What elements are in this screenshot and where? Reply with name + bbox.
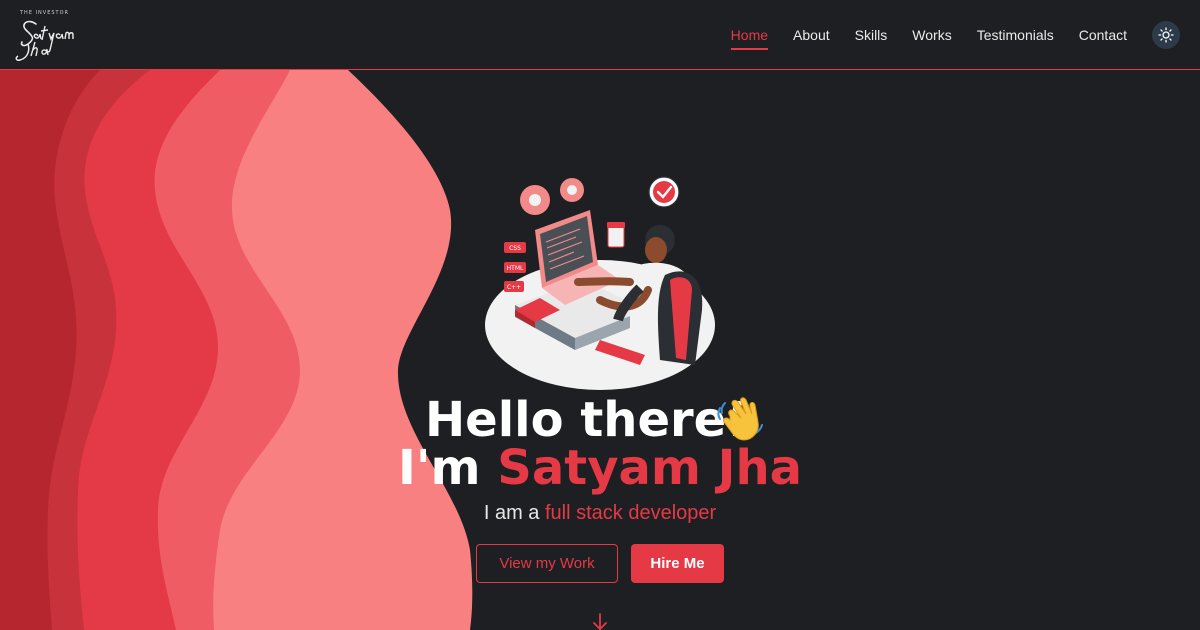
intro-heading: I'm Satyam Jha — [0, 440, 1200, 496]
intro-prefix: I'm — [397, 440, 481, 496]
main-nav: Home About Skills Works Testimonials Con… — [730, 0, 1180, 70]
css-tag: CSS — [509, 245, 521, 252]
logo[interactable]: THE INVESTOR — [10, 6, 90, 64]
role-title: full stack developer — [544, 502, 717, 524]
nav-item-skills[interactable]: Skills — [855, 21, 888, 49]
developer-illustration: CSS HTML C++ — [485, 176, 715, 390]
waving-hand-icon — [717, 397, 763, 441]
role-prefix: I am a — [483, 502, 540, 524]
role-text: I am a full stack developer — [0, 502, 1200, 525]
developer-name: Satyam Jha — [497, 440, 803, 496]
html-tag: HTML — [507, 265, 524, 272]
nav-item-testimonials[interactable]: Testimonials — [977, 21, 1054, 49]
hire-me-button[interactable]: Hire Me — [631, 544, 724, 583]
theme-toggle-button[interactable] — [1152, 21, 1180, 49]
decorative-waves — [0, 70, 473, 630]
sun-icon — [1158, 27, 1174, 43]
nav-item-home[interactable]: Home — [730, 21, 769, 50]
cpp-tag: C++ — [507, 284, 521, 291]
nav-item-contact[interactable]: Contact — [1079, 21, 1127, 49]
view-my-work-button[interactable]: View my Work — [476, 544, 618, 583]
nav-item-about[interactable]: About — [793, 21, 830, 49]
arrow-down-icon[interactable] — [590, 612, 610, 630]
logo-signature-icon — [15, 20, 74, 61]
site-header: THE INVESTOR Home About Skills Works Tes… — [0, 0, 1200, 70]
nav-item-works[interactable]: Works — [912, 21, 951, 49]
